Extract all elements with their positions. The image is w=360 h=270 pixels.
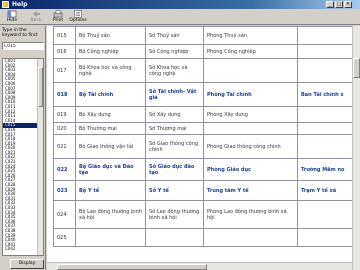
cell-code: 024	[53, 200, 76, 229]
cell-name: Bộ Thuỷ sản	[75, 26, 146, 45]
back-button[interactable]: Back	[26, 10, 46, 25]
cell-dept: Sở Tài chính- Vật giá	[145, 82, 204, 107]
cell-code: 018	[53, 82, 76, 107]
index-list[interactable]: C001 C002 C003 C004 C005 C006 C007 C008 C009 C010…	[2, 58, 44, 256]
print-button[interactable]: Print	[48, 10, 68, 25]
table-row: 016 Bộ Công nghiệp Sở Công nghiệp Phòng Côn…	[53, 44, 360, 59]
cell-name: Bộ Lao động thương binh xã hội	[75, 200, 146, 229]
title-bar: Help _ □ ×	[0, 0, 360, 9]
cell-code: 016	[53, 44, 76, 59]
cell-name: Bộ Khoa học và công nghệ	[75, 58, 146, 83]
cell-code: 020	[53, 122, 76, 135]
cell-office: Phòng Giao thông công chính	[203, 134, 298, 159]
content-horizontal-scrollbar[interactable]	[47, 262, 352, 270]
cell-code: 025	[53, 228, 76, 247]
index-scroll-thumb[interactable]	[38, 67, 43, 107]
hide-label: Hide	[6, 18, 18, 23]
cell-extra	[297, 228, 360, 247]
topic-content: 015 Bộ Thuỷ sản Sở Thuỷ sản Phòng Thuỷ sản 0…	[47, 26, 360, 270]
cell-extra: Trường Mầm no	[297, 158, 360, 181]
cell-name: Bộ Thương mại	[75, 122, 146, 135]
cell-extra	[297, 26, 360, 45]
printer-icon	[53, 10, 63, 18]
content-vertical-scrollbar[interactable]	[352, 26, 360, 270]
cell-office: Trung tâm Y tế	[203, 180, 298, 201]
cell-dept: Sở Y tế	[145, 180, 204, 201]
maximize-button[interactable]: □	[335, 1, 343, 8]
cell-name	[75, 228, 146, 247]
minimize-button[interactable]: _	[326, 1, 334, 8]
table-row: 024 Bộ Lao động thương binh xã hội Sở Lao …	[53, 200, 360, 229]
cell-code: 021	[53, 134, 76, 159]
table-row: 021 Bộ Giao thông vận tải Sở Giao thông cô…	[53, 134, 360, 159]
cell-dept	[145, 228, 204, 247]
back-arrow-icon	[33, 11, 40, 17]
cell-extra: Ban Tài chính x	[297, 82, 360, 107]
keyword-prompt: Type in the keyword to find:	[2, 28, 39, 38]
cell-office	[203, 58, 298, 83]
index-scrollbar[interactable]	[37, 59, 43, 255]
cell-extra	[297, 134, 360, 159]
table-row: 020 Bộ Thương mại Sở Thương mại	[53, 122, 360, 135]
hide-icon	[7, 10, 17, 18]
cell-extra: Trạm Y tế xã	[297, 180, 360, 201]
close-button[interactable]: ×	[344, 1, 352, 8]
cell-dept: Sở Khoa học và công nghệ	[145, 58, 204, 83]
cell-dept: Sở Giáo dục đào tạo	[145, 158, 204, 181]
table-row: 023 Bộ Y tế Sở Y tế Trung tâm Y tế Trạm Y tế…	[53, 180, 360, 201]
options-button[interactable]: Options	[68, 10, 88, 25]
help-app-icon	[2, 1, 9, 8]
display-button[interactable]: Display	[10, 259, 44, 269]
cell-extra	[297, 122, 360, 135]
cell-dept: Sở Giao thông công chính	[145, 134, 204, 159]
cell-office: Phòng Giáo dục	[203, 158, 298, 181]
cell-extra	[297, 58, 360, 83]
cell-code: 017	[53, 58, 76, 83]
table-row: 025	[53, 228, 360, 247]
hide-button[interactable]: Hide	[2, 10, 22, 25]
cell-name: Bộ Giáo dục và Đào tạo	[75, 158, 146, 181]
cell-office: Phòng Xây dựng	[203, 106, 298, 123]
cell-code: 022	[53, 158, 76, 181]
cell-name: Bộ Tài chính	[75, 82, 146, 107]
cell-name: Bộ Giao thông vận tải	[75, 134, 146, 159]
table-row: 022 Bộ Giáo dục và Đào tạo Sở Giáo dục đào…	[53, 158, 360, 181]
cell-extra	[297, 200, 360, 229]
cell-office: Phòng Lao động thương binh xã hội	[203, 200, 298, 229]
cell-office	[203, 122, 298, 135]
options-icon	[74, 10, 82, 18]
print-label: Print	[52, 18, 64, 23]
window-title: Help	[12, 1, 28, 8]
cell-office: Phòng Thuỷ sản	[203, 26, 298, 45]
table-row: 015 Bộ Thuỷ sản Sở Thuỷ sản Phòng Thuỷ sản	[53, 26, 360, 45]
toolbar: Hide Back Print Options	[0, 9, 360, 25]
cell-code: 019	[53, 106, 76, 123]
cell-office: Phòng Tài chính	[203, 82, 298, 107]
keyword-input[interactable]	[2, 42, 44, 50]
cell-name: Bộ Xây dựng	[75, 106, 146, 123]
cell-extra	[297, 106, 360, 123]
agency-table: 015 Bộ Thuỷ sản Sở Thuỷ sản Phòng Thuỷ sản 0…	[53, 26, 360, 247]
cell-code: 015	[53, 26, 76, 45]
table-row: 017 Bộ Khoa học và công nghệ Sở Khoa học v…	[53, 58, 360, 83]
cell-dept: Sở Lao động thương binh xã hội	[145, 200, 204, 229]
cell-dept: Sở Thuỷ sản	[145, 26, 204, 45]
cell-extra	[297, 44, 360, 59]
cell-code: 023	[53, 180, 76, 201]
cell-name: Bộ Công nghiệp	[75, 44, 146, 59]
cell-dept: Sở Xây dựng	[145, 106, 204, 123]
cell-name: Bộ Y tế	[75, 180, 146, 201]
cell-office: Phòng Công nghiệp	[203, 44, 298, 59]
cell-dept: Sở Công nghiệp	[145, 44, 204, 59]
options-label: Options	[69, 18, 87, 23]
content-hscroll-thumb[interactable]	[57, 264, 207, 270]
table-row: 018 Bộ Tài chính Sở Tài chính- Vật giá Phòn…	[53, 82, 360, 107]
cell-dept: Sở Thương mại	[145, 122, 204, 135]
content-vscroll-thumb[interactable]	[353, 58, 360, 78]
cell-office	[203, 228, 298, 247]
table-row: 019 Bộ Xây dựng Sở Xây dựng Phòng Xây dựng	[53, 106, 360, 123]
back-label: Back	[30, 18, 42, 23]
